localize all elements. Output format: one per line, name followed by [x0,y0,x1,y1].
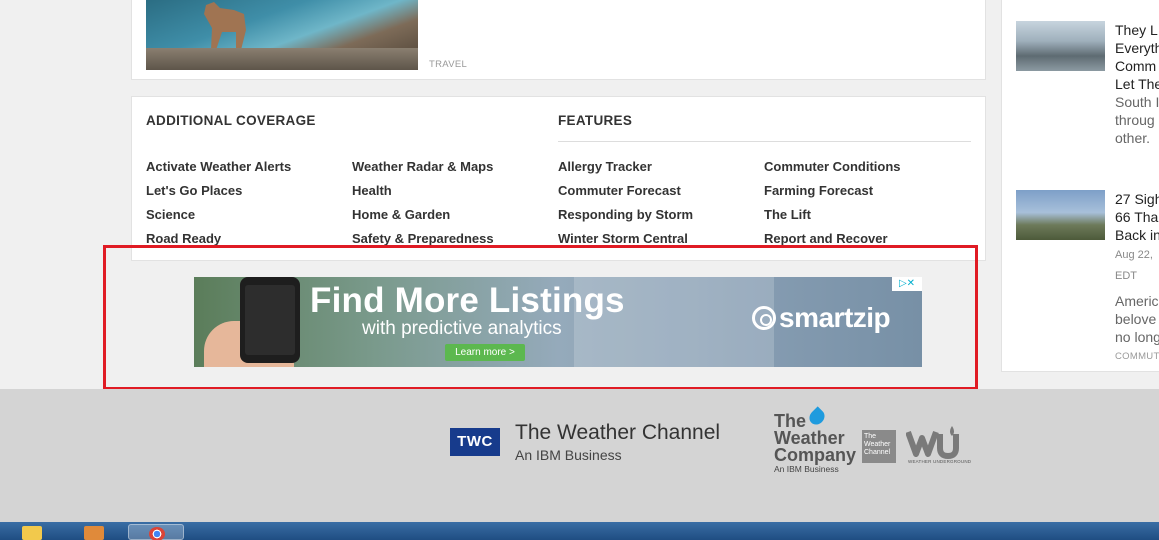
rock-ground [146,48,418,70]
coverage-link[interactable]: Let's Go Places [146,183,242,198]
taskbar-app-button[interactable] [66,524,122,540]
coverage-link[interactable]: Science [146,207,195,222]
feature-link[interactable]: Winter Storm Central [558,231,688,246]
rail-story-thumbnail[interactable] [1016,21,1105,71]
story-category-tag: TRAVEL [429,59,468,70]
weather-company-logo[interactable]: The Weather Company An IBM Business [774,412,856,474]
feature-link[interactable]: Commuter Conditions [764,159,901,174]
coverage-link[interactable]: Safety & Preparedness [352,231,494,246]
app-icon [84,526,104,540]
rail-story-title[interactable]: 27 Sigh 66 Tha Back in [1115,190,1159,244]
taskbar-chrome-button[interactable] [128,524,184,540]
dog-photo-subject [204,2,246,50]
feature-link[interactable]: Commuter Forecast [558,183,681,198]
story-photo[interactable] [146,0,418,70]
taskbar-explorer-button[interactable] [4,524,60,540]
footer-brand-title: The Weather Channel [515,421,721,444]
twc-logo-badge[interactable]: TWC [450,428,500,456]
footer-brand-subtitle: An IBM Business [515,447,622,463]
rail-story-thumbnail[interactable] [1016,190,1105,240]
chrome-icon [149,527,165,540]
coverage-link[interactable]: Activate Weather Alerts [146,159,291,174]
features-heading: FEATURES [558,113,633,128]
rail-story-date: Aug 22, EDT [1115,249,1153,282]
feature-link[interactable]: The Lift [764,207,811,222]
coverage-section: ADDITIONAL COVERAGE FEATURES Activate We… [131,96,986,261]
highlight-outline [103,245,978,390]
feature-link[interactable]: Responding by Storm [558,207,693,222]
weather-underground-wordmark: WEATHER UNDERGROUND [908,459,972,464]
coverage-link[interactable]: Home & Garden [352,207,450,222]
coverage-link[interactable]: Weather Radar & Maps [352,159,493,174]
features-divider [558,141,971,142]
rail-story-category-tag: COMMUT [1115,351,1159,362]
feature-link[interactable]: Report and Recover [764,231,888,246]
rail-story-summary: Americ belove no long [1115,293,1159,345]
coverage-link[interactable]: Health [352,183,392,198]
os-taskbar [0,522,1159,540]
weather-channel-logo[interactable]: The Weather Channel [862,430,896,463]
rail-story-title[interactable]: They L Everyth Comm Let The [1115,21,1159,93]
folder-icon [22,526,42,540]
coverage-link[interactable]: Road Ready [146,231,221,246]
feature-link[interactable]: Allergy Tracker [558,159,652,174]
feature-link[interactable]: Farming Forecast [764,183,873,198]
rail-story-summary: South I throug other. [1115,94,1159,146]
additional-coverage-heading: ADDITIONAL COVERAGE [146,113,316,128]
top-story-card[interactable]: TRAVEL [131,0,986,80]
